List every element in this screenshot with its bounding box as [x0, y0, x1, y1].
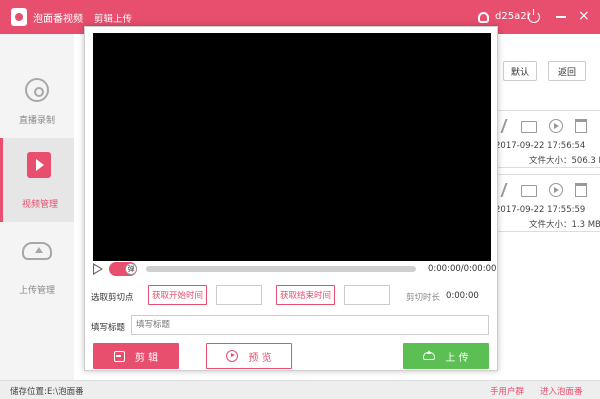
sidebar-item-upload-manage[interactable]: 上传管理: [0, 224, 74, 308]
duration-label: 剪切时长: [406, 293, 441, 303]
item-actions: [496, 183, 589, 199]
title-field-label: 填写标题: [91, 323, 126, 333]
sidebar-item-label: 上传管理: [18, 286, 55, 296]
logout-power-icon[interactable]: [528, 9, 540, 23]
back-button[interactable]: 返回: [548, 61, 586, 81]
sidebar-item-video-manage[interactable]: 视频管理: [0, 138, 74, 222]
video-list-item: 2017-09-22 17:55:59 文件大小：1.3 MB: [492, 174, 600, 232]
app-logo-icon: [11, 8, 27, 26]
video-list-item: 2017-09-22 17:56:54 文件大小：506.3 KB: [492, 110, 600, 168]
edit-icon[interactable]: [496, 183, 508, 197]
title-input[interactable]: [131, 315, 489, 335]
username[interactable]: d25a2l: [495, 11, 529, 22]
preview-button-label: 预 览: [248, 352, 272, 364]
item-date: 2017-09-22 17:56:54: [495, 141, 586, 151]
status-bar: 储存位置: E:\泡面番 手用户群 进入泡面番: [0, 380, 600, 399]
play-button-icon[interactable]: [93, 263, 103, 275]
storage-path[interactable]: E:\泡面番: [47, 385, 83, 397]
danmaku-toggle-knob: 弹: [125, 263, 137, 275]
cut-icon: [113, 350, 125, 362]
end-time-field[interactable]: [344, 285, 390, 305]
upload-cloud-icon: [423, 350, 436, 360]
sidebar: 直播录制 视频管理 上传管理: [0, 34, 74, 380]
preview-play-icon: [226, 350, 239, 362]
time-readout: 0:00:00/0:00:00: [428, 264, 497, 274]
user-group-link[interactable]: 手用户群: [490, 385, 524, 397]
preview-button[interactable]: 预 览: [206, 343, 292, 369]
item-size: 文件大小：506.3 KB: [529, 156, 600, 166]
app-window: 泡面番视频 d25a2l × 直播录制 视频管理 上传管理 默认 返回 2017…: [0, 0, 600, 399]
video-file-icon: [27, 152, 51, 178]
film-reel-icon: [25, 78, 49, 102]
item-date: 2017-09-22 17:55:59: [495, 205, 586, 215]
default-button[interactable]: 默认: [503, 61, 537, 81]
cloud-upload-icon: [22, 242, 52, 260]
enter-site-link[interactable]: 进入泡面番: [540, 385, 583, 397]
danmaku-toggle[interactable]: 弹: [109, 262, 137, 276]
get-end-time-button[interactable]: 获取结束时间: [276, 285, 335, 305]
trash-icon[interactable]: [575, 119, 587, 133]
upload-button[interactable]: 上 传: [403, 343, 489, 369]
video-player[interactable]: [93, 33, 491, 261]
edit-icon[interactable]: [496, 119, 508, 133]
storage-label: 储存位置:: [10, 387, 47, 397]
play-icon[interactable]: [549, 183, 563, 197]
sidebar-item-live-record[interactable]: 直播录制: [0, 54, 74, 138]
upload-button-label: 上 传: [445, 352, 469, 364]
play-icon[interactable]: [549, 119, 563, 133]
get-start-time-button[interactable]: 获取开始时间: [148, 285, 207, 305]
folder-icon[interactable]: [521, 185, 537, 197]
duration-value: 0:00:00: [446, 291, 479, 301]
sidebar-item-label: 直播录制: [18, 116, 55, 126]
app-minimize-icon[interactable]: [556, 16, 566, 18]
folder-icon[interactable]: [521, 121, 537, 133]
start-time-field[interactable]: [216, 285, 262, 305]
trash-icon[interactable]: [575, 183, 587, 197]
sidebar-item-label: 视频管理: [21, 200, 58, 210]
seek-bar[interactable]: [146, 266, 416, 272]
dialog-title: 剪辑上传: [94, 14, 133, 25]
clip-upload-dialog: 弹 0:00:00/0:00:00 选取剪切点 获取开始时间 获取结束时间 剪切…: [84, 26, 498, 371]
clip-point-label: 选取剪切点: [91, 293, 134, 303]
app-close-icon[interactable]: ×: [578, 9, 590, 23]
item-size: 文件大小：1.3 MB: [529, 220, 600, 230]
app-title: 泡面番视频: [33, 14, 83, 25]
item-actions: [496, 119, 589, 135]
cut-button-label: 剪 辑: [134, 352, 159, 364]
user-icon[interactable]: [478, 12, 489, 23]
cut-button[interactable]: 剪 辑: [93, 343, 179, 369]
